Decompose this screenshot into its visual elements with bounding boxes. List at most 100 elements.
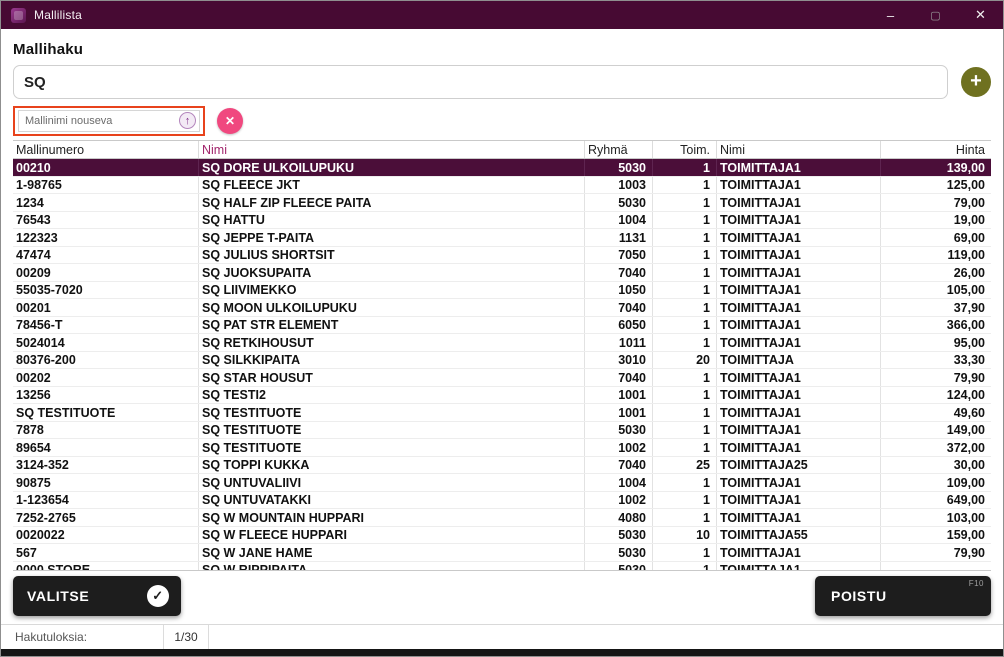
add-button[interactable]: +	[961, 67, 991, 97]
exit-shortcut-label: F10	[969, 579, 984, 588]
table-cell: 1	[653, 212, 717, 229]
close-button[interactable]: ✕	[958, 1, 1003, 29]
table-cell: 79,90	[881, 544, 991, 561]
table-cell: SQ HATTU	[199, 212, 585, 229]
table-row[interactable]: 0020022SQ W FLEECE HUPPARI503010TOIMITTA…	[13, 527, 991, 545]
table-cell: 124,00	[881, 387, 991, 404]
table-cell: TOIMITTAJA	[717, 352, 881, 369]
table-cell: 5030	[585, 544, 653, 561]
minimize-button[interactable]: –	[868, 1, 913, 29]
table-row[interactable]: 00210SQ DORE ULKOILUPUKU50301TOIMITTAJA1…	[13, 159, 991, 177]
table-cell: 1-98765	[13, 177, 199, 194]
clear-sort-button[interactable]: ✕	[217, 108, 243, 134]
table-cell: 103,00	[881, 509, 991, 526]
content-area: Mallihaku + Mallinimi nouseva ↑ ✕ Mallin…	[1, 29, 1003, 649]
column-header-ryhma[interactable]: Ryhmä	[585, 141, 653, 158]
table-cell: 20	[653, 352, 717, 369]
exit-button[interactable]: POISTU F10	[815, 576, 991, 616]
table-row[interactable]: 80376-200SQ SILKKIPAITA301020TOIMITTAJA3…	[13, 352, 991, 370]
table-cell: 7040	[585, 457, 653, 474]
table-cell: TOIMITTAJA1	[717, 404, 881, 421]
table-cell: 1-123654	[13, 492, 199, 509]
table-cell: 95,00	[881, 334, 991, 351]
table-cell: 1	[653, 404, 717, 421]
results-count-value: 1/30	[164, 630, 208, 644]
table-row[interactable]: 47474SQ JULIUS SHORTSIT70501TOIMITTAJA11…	[13, 247, 991, 265]
table-cell: SQ TESTITUOTE	[13, 404, 199, 421]
table-row[interactable]: 1234SQ HALF ZIP FLEECE PAITA50301TOIMITT…	[13, 194, 991, 212]
table-row[interactable]: 0000 STORESQ W RIPPIPAITA50301TOIMITTAJA…	[13, 562, 991, 572]
table-cell: 37,90	[881, 299, 991, 316]
table-row[interactable]: 3124-352SQ TOPPI KUKKA704025TOIMITTAJA25…	[13, 457, 991, 475]
table-cell: 149,00	[881, 422, 991, 439]
table-row[interactable]: 7878SQ TESTITUOTE50301TOIMITTAJA1149,00	[13, 422, 991, 440]
table-row[interactable]: 1-98765SQ FLEECE JKT10031TOIMITTAJA1125,…	[13, 177, 991, 195]
column-header-hinta[interactable]: Hinta	[881, 141, 991, 158]
table-cell: SQ RETKIHOUSUT	[199, 334, 585, 351]
table-cell: 5030	[585, 527, 653, 544]
results-count-label: Hakutuloksia:	[13, 630, 163, 644]
table-cell: SQ W RIPPIPAITA	[199, 562, 585, 572]
table-cell: TOIMITTAJA55	[717, 527, 881, 544]
sort-ascending-icon[interactable]: ↑	[179, 112, 196, 129]
column-header-mallinumero[interactable]: Mallinumero	[13, 141, 199, 158]
table-cell: 1	[653, 334, 717, 351]
column-header-toim[interactable]: Toim.	[653, 141, 717, 158]
table-cell: TOIMITTAJA1	[717, 562, 881, 572]
table-row[interactable]: 90875SQ UNTUVALIIVI10041TOIMITTAJA1109,0…	[13, 474, 991, 492]
table-cell: TOIMITTAJA1	[717, 299, 881, 316]
table-cell: 1004	[585, 474, 653, 491]
table-row[interactable]: 00202SQ STAR HOUSUT70401TOIMITTAJA179,90	[13, 369, 991, 387]
table-cell: 105,00	[881, 282, 991, 299]
table-cell: 1	[653, 282, 717, 299]
table-row[interactable]: 55035-7020SQ LIIVIMEKKO10501TOIMITTAJA11…	[13, 282, 991, 300]
table-cell: 109,00	[881, 474, 991, 491]
table-cell: SQ JULIUS SHORTSIT	[199, 247, 585, 264]
table-cell: 1	[653, 509, 717, 526]
table-cell: 79,90	[881, 369, 991, 386]
table-cell: TOIMITTAJA1	[717, 422, 881, 439]
table-cell: SQ W JANE HAME	[199, 544, 585, 561]
sort-dropdown[interactable]: Mallinimi nouseva ↑	[18, 110, 200, 132]
column-header-nimi[interactable]: Nimi	[199, 141, 585, 158]
maximize-button[interactable]: ▢	[913, 1, 958, 29]
table-row[interactable]: 00201SQ MOON ULKOILUPUKU70401TOIMITTAJA1…	[13, 299, 991, 317]
table-row[interactable]: 89654SQ TESTITUOTE10021TOIMITTAJA1372,00	[13, 439, 991, 457]
table-cell: TOIMITTAJA25	[717, 457, 881, 474]
select-button[interactable]: VALITSE ✓	[13, 576, 181, 616]
table-cell: 5030	[585, 194, 653, 211]
table-cell: SQ JUOKSUPAITA	[199, 264, 585, 281]
table-cell: 3010	[585, 352, 653, 369]
exit-button-label: POISTU	[831, 588, 887, 604]
table-row[interactable]: 13256SQ TESTI210011TOIMITTAJA1124,00	[13, 387, 991, 405]
table-cell: 25	[653, 457, 717, 474]
table-cell: 1	[653, 159, 717, 176]
table-cell: 1	[653, 492, 717, 509]
table-row[interactable]: 76543SQ HATTU10041TOIMITTAJA119,00	[13, 212, 991, 230]
table-cell: 1	[653, 299, 717, 316]
search-row: +	[13, 65, 991, 99]
table-row[interactable]: SQ TESTITUOTESQ TESTITUOTE10011TOIMITTAJ…	[13, 404, 991, 422]
table-cell: SQ MOON ULKOILUPUKU	[199, 299, 585, 316]
table-row[interactable]: 7252-2765SQ W MOUNTAIN HUPPARI40801TOIMI…	[13, 509, 991, 527]
table-cell: 00209	[13, 264, 199, 281]
table-row[interactable]: 5024014SQ RETKIHOUSUT10111TOIMITTAJA195,…	[13, 334, 991, 352]
table-cell: SQ TESTITUOTE	[199, 439, 585, 456]
table-cell: TOIMITTAJA1	[717, 229, 881, 246]
column-header-toimittaja-nimi[interactable]: Nimi	[717, 141, 881, 158]
table-row[interactable]: 78456-TSQ PAT STR ELEMENT60501TOIMITTAJA…	[13, 317, 991, 335]
table-cell: TOIMITTAJA1	[717, 177, 881, 194]
table-cell: TOIMITTAJA1	[717, 247, 881, 264]
table-row[interactable]: 122323SQ JEPPE T-PAITA11311TOIMITTAJA169…	[13, 229, 991, 247]
table-row[interactable]: 00209SQ JUOKSUPAITA70401TOIMITTAJA126,00	[13, 264, 991, 282]
table-row[interactable]: 567SQ W JANE HAME50301TOIMITTAJA179,90	[13, 544, 991, 562]
table-cell: SQ W MOUNTAIN HUPPARI	[199, 509, 585, 526]
table-row[interactable]: 1-123654SQ UNTUVATAKKI10021TOIMITTAJA164…	[13, 492, 991, 510]
table-cell: 1	[653, 194, 717, 211]
table-cell: TOIMITTAJA1	[717, 439, 881, 456]
table-cell: TOIMITTAJA1	[717, 474, 881, 491]
table-cell: 1050	[585, 282, 653, 299]
search-input[interactable]	[13, 65, 948, 99]
table-cell: 19,00	[881, 212, 991, 229]
table-cell: 4080	[585, 509, 653, 526]
